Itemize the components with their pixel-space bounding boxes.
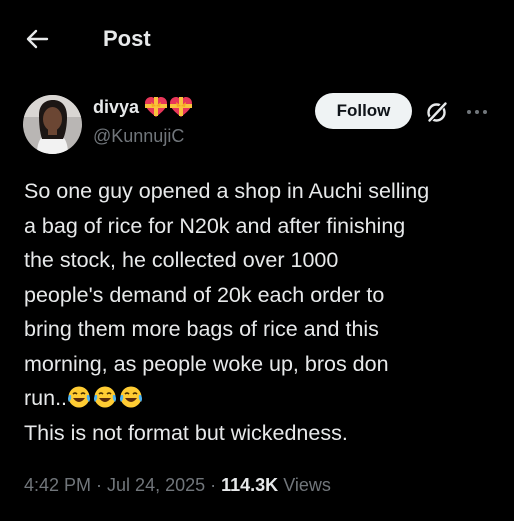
name-emojis — [144, 96, 193, 118]
author-name-row: divya — [93, 95, 193, 119]
post-metadata: 4:42 PM · Jul 24, 2025 · 114.3K Views — [24, 472, 331, 498]
arrow-left-icon — [26, 29, 49, 49]
post-time[interactable]: 4:42 PM — [24, 475, 91, 495]
post-date[interactable]: Jul 24, 2025 — [107, 475, 205, 495]
post-text-line: This is not format but wickedness. — [24, 420, 348, 445]
post-text-line: the stock, he collected over 1000 — [24, 248, 339, 272]
face-with-tears-of-joy-emoji-icon — [120, 386, 143, 408]
face-with-tears-of-joy-emoji-icon — [68, 386, 91, 408]
post-text-line: morning, as people woke up, bros don — [24, 351, 389, 376]
top-bar: Post — [0, 0, 514, 78]
face-with-tears-of-joy-emoji-icon — [94, 386, 117, 408]
follow-button[interactable]: Follow — [315, 93, 412, 129]
more-options-button[interactable] — [464, 100, 490, 124]
meta-separator: · — [91, 475, 108, 495]
page-title: Post — [103, 26, 151, 51]
laughing-emojis — [67, 386, 145, 410]
heart-with-ribbon-emoji-icon — [145, 97, 168, 117]
post-text-line-with-emojis: run.. — [24, 381, 504, 416]
views-count: 114.3K — [221, 475, 279, 495]
grok-button[interactable] — [424, 99, 450, 125]
post-text-line: a bag of rice for N20k and after finishi… — [24, 213, 406, 238]
post-text-segment: run.. — [24, 386, 68, 410]
post-text: So one guy opened a shop in Auchi sellin… — [24, 174, 504, 450]
avatar[interactable] — [23, 95, 82, 154]
post-text-line: So one guy opened a shop in Auchi sellin… — [24, 179, 430, 203]
post-text-line: people's demand of 20k each order to — [24, 282, 385, 307]
author-display-name[interactable]: divya — [93, 97, 139, 118]
post-text-line: bring them more bags of rice and this — [24, 317, 379, 341]
author-handle[interactable]: @KunnujiC — [93, 126, 184, 147]
more-dots-icon — [467, 110, 487, 114]
heart-with-ribbon-emoji-icon — [170, 97, 193, 117]
back-button[interactable] — [22, 24, 52, 54]
meta-separator: · — [205, 475, 222, 495]
views-label: Views — [278, 475, 331, 495]
grok-icon — [426, 100, 448, 124]
